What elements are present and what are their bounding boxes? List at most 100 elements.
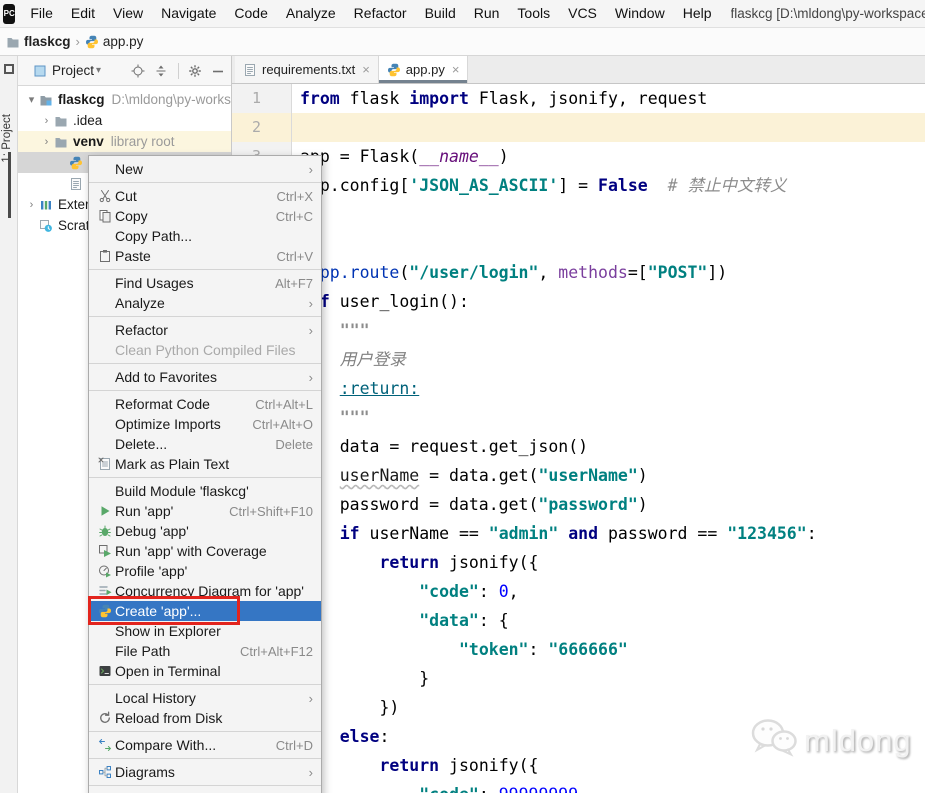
menu-item-reload-from-disk[interactable]: Reload from Disk (89, 708, 321, 728)
menu-item-debug-app[interactable]: Debug 'app' (89, 521, 321, 541)
code-area[interactable]: 1 from flask import Flask, jsonify, reque… (232, 84, 925, 793)
stripe-scrollbar[interactable] (8, 152, 11, 218)
code-line[interactable]: 19 "data": { (232, 606, 925, 635)
project-view-title[interactable]: Project (52, 63, 94, 78)
project-view-icon (33, 64, 47, 78)
code-line[interactable]: 13 data = request.get_json() (232, 432, 925, 461)
code-line[interactable]: 8def user_login(): (232, 287, 925, 316)
menubar-item-file[interactable]: File (21, 5, 62, 21)
menubar-item-build[interactable]: Build (416, 5, 465, 21)
menubar-item-analyze[interactable]: Analyze (277, 5, 345, 21)
menu-item-shortcut: Ctrl+V (276, 248, 313, 264)
menu-item-analyze[interactable]: Analyze › (89, 293, 321, 313)
code-line[interactable]: 7@app.route("/user/login", methods=["POS… (232, 258, 925, 287)
menubar-item-refactor[interactable]: Refactor (345, 5, 416, 21)
menu-item-profile-app[interactable]: Profile 'app' (89, 561, 321, 581)
menu-item-add-to-favorites[interactable]: Add to Favorites › (89, 367, 321, 387)
code-line[interactable]: 3app = Flask(__name__) (232, 142, 925, 171)
tree-expander-icon[interactable]: › (39, 115, 54, 127)
menu-item-label: Refactor (115, 322, 168, 338)
tree-expander-icon[interactable]: › (39, 136, 54, 148)
menubar-item-edit[interactable]: Edit (62, 5, 104, 21)
menu-item-label: Mark as Plain Text (115, 456, 230, 472)
tree-item-venv[interactable]: › venv library root (18, 131, 231, 152)
code-line[interactable]: 17 return jsonify({ (232, 548, 925, 577)
menu-item-create-app[interactable]: Create 'app'... (88, 596, 321, 625)
menu-item-local-history[interactable]: Local History › (89, 688, 321, 708)
menu-item-optimize-imports[interactable]: Optimize Imports Ctrl+Alt+O (89, 414, 321, 434)
menu-item-mark-as-plain-text[interactable]: Mark as Plain Text (89, 454, 321, 474)
menubar-item-navigate[interactable]: Navigate (152, 5, 225, 21)
menu-item-label: File Path (115, 643, 171, 659)
code-line[interactable]: 5 (232, 200, 925, 229)
menu-item-show-in-explorer[interactable]: Show in Explorer (89, 621, 321, 641)
code-line[interactable]: 21 } (232, 664, 925, 693)
project-tool-window-icon[interactable] (4, 64, 14, 74)
gutter-line-number[interactable]: 2 (232, 113, 292, 142)
menu-item-delete[interactable]: Delete... Delete (89, 434, 321, 454)
code-line[interactable]: 16 if userName == "admin" and password =… (232, 519, 925, 548)
menu-item-build-module-flaskcg[interactable]: Build Module 'flaskcg' (89, 481, 321, 501)
menubar-item-tools[interactable]: Tools (508, 5, 559, 21)
code-line[interactable]: 14 userName = data.get("userName") (232, 461, 925, 490)
code-line[interactable]: 12 """ (232, 403, 925, 432)
code-line[interactable]: 9 """ (232, 316, 925, 345)
breadcrumb-item-app-py[interactable]: app.py (85, 34, 143, 49)
concurrency-icon (95, 584, 115, 598)
tab-app-py[interactable]: app.py × (378, 56, 469, 83)
context-menu: New › Cut Ctrl+X Copy Ctrl+C Copy Path... Paste… (88, 155, 322, 793)
menu-item-run-app-with-coverage[interactable]: Run 'app' with Coverage (89, 541, 321, 561)
menu-item-diagrams[interactable]: Diagrams › (89, 762, 321, 782)
tree-expander-icon[interactable]: ▾ (24, 93, 39, 106)
chevron-down-icon[interactable]: ▾ (96, 65, 101, 76)
menubar-item-view[interactable]: View (104, 5, 152, 21)
code-line[interactable]: 15 password = data.get("password") (232, 490, 925, 519)
collapse-all-icon[interactable] (154, 64, 168, 78)
code-line[interactable]: 11 :return: (232, 374, 925, 403)
menu-item-new[interactable]: New › (89, 159, 321, 179)
tree-expander-icon[interactable]: › (24, 199, 39, 211)
code-line[interactable]: 10 用户登录 (232, 345, 925, 374)
code-line[interactable]: 25 "code": 99999999 (232, 780, 925, 793)
menu-item-open-in-terminal[interactable]: Open in Terminal (89, 661, 321, 681)
tree-item-idea[interactable]: › .idea (18, 110, 231, 131)
settings-gear-icon[interactable] (188, 64, 202, 78)
tab-close-icon[interactable]: × (362, 62, 370, 77)
tab-close-icon[interactable]: × (452, 62, 460, 77)
menu-item-file-path[interactable]: File Path Ctrl+Alt+F12 (89, 641, 321, 661)
menubar-item-code[interactable]: Code (225, 5, 276, 21)
menu-item-label: Diagrams (115, 764, 175, 780)
code-line[interactable]: 1 from flask import Flask, jsonify, reque… (232, 84, 925, 113)
hide-panel-icon[interactable] (211, 64, 225, 78)
python-icon (387, 63, 401, 77)
code-line[interactable]: 4app.config['JSON_AS_ASCII'] = False # 禁… (232, 171, 925, 200)
menubar-item-window[interactable]: Window (606, 5, 674, 21)
menu-item-refactor[interactable]: Refactor › (89, 320, 321, 340)
code-line[interactable]: 18 "code": 0, (232, 577, 925, 606)
tab-requirements-txt[interactable]: requirements.txt × (235, 56, 379, 83)
folder-icon (54, 135, 71, 149)
menu-item-label: Reload from Disk (115, 710, 223, 726)
tree-item-flaskcg[interactable]: ▾ flaskcg D:\mldong\py-worksp (18, 89, 231, 110)
menu-item-copy-path[interactable]: Copy Path... (89, 226, 321, 246)
menubar-item-help[interactable]: Help (674, 5, 721, 21)
code-line[interactable]: 20 "token": "666666" (232, 635, 925, 664)
menu-item-compare-with[interactable]: Compare With... Ctrl+D (89, 735, 321, 755)
code-line[interactable]: 2 (232, 113, 925, 142)
menu-item-concurrency-diagram-for-app[interactable]: Concurrency Diagram for 'app' (89, 581, 321, 601)
terminal-icon (95, 664, 115, 678)
menu-item-reformat-code[interactable]: Reformat Code Ctrl+Alt+L (89, 394, 321, 414)
menubar-item-run[interactable]: Run (465, 5, 509, 21)
menu-item-find-usages[interactable]: Find Usages Alt+F7 (89, 273, 321, 293)
menu-item-run-app[interactable]: Run 'app' Ctrl+Shift+F10 (89, 501, 321, 521)
menu-item-cut[interactable]: Cut Ctrl+X (89, 186, 321, 206)
menu-item-copy[interactable]: Copy Ctrl+C (89, 206, 321, 226)
locate-file-icon[interactable] (131, 64, 145, 78)
project-stripe-label[interactable]: 1: Project (1, 114, 13, 163)
menubar-item-vcs[interactable]: VCS (559, 5, 606, 21)
breadcrumb-item-flaskcg[interactable]: flaskcg (6, 34, 71, 49)
menu-item-create-gist[interactable]: Create Gist (89, 789, 321, 793)
code-line[interactable]: 6 (232, 229, 925, 258)
menu-item-paste[interactable]: Paste Ctrl+V (89, 246, 321, 266)
gutter-line-number[interactable]: 1 (232, 84, 292, 113)
